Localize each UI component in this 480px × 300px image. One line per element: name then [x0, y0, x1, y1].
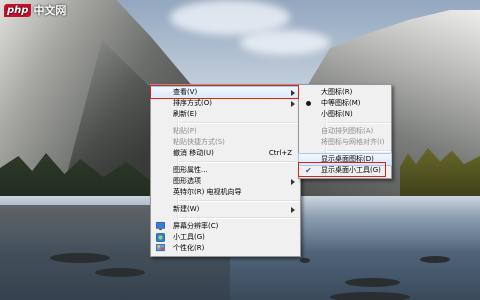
menu-item-sort-by[interactable]: 排序方式(O)	[151, 98, 300, 109]
menu-item-graphics-properties[interactable]: 图形属性...	[151, 165, 300, 176]
menu-item-label: 个性化(R)	[173, 244, 205, 252]
submenu-item-small-icons[interactable]: 小图标(N)	[299, 109, 391, 120]
menu-item-new[interactable]: 新建(W)	[151, 204, 300, 215]
menu-separator	[179, 217, 300, 219]
menu-item-graphics-options[interactable]: 图形选项	[151, 176, 300, 187]
menu-item-label: 粘贴快捷方式(S)	[173, 138, 225, 146]
menu-item-intel-tv-wizard[interactable]: 英特尔(R) 电视机向导	[151, 187, 300, 198]
menu-item-paste-shortcut[interactable]: 粘贴快捷方式(S)	[151, 137, 300, 148]
gadget-icon	[156, 233, 165, 242]
menu-separator	[179, 200, 300, 202]
menu-item-label: 粘贴(P)	[173, 127, 197, 135]
menu-item-label: 屏幕分辨率(C)	[173, 222, 219, 230]
wallpaper-rock	[95, 268, 145, 277]
submenu-item-auto-arrange[interactable]: 自动排列图标(A)	[299, 126, 391, 137]
menu-item-screen-resolution[interactable]: 屏幕分辨率(C)	[151, 221, 300, 232]
logo-site-name: 中文网	[33, 4, 67, 17]
personalize-icon	[156, 244, 165, 252]
menu-separator	[179, 161, 300, 163]
submenu-item-large-icons[interactable]: 大图标(R)	[299, 87, 391, 98]
wallpaper-rock	[420, 256, 450, 263]
menu-item-refresh[interactable]: 刷新(E)	[151, 109, 300, 120]
menu-item-label: 自动排列图标(A)	[321, 127, 374, 135]
monitor-icon	[156, 222, 165, 231]
menu-item-label: 中等图标(M)	[321, 99, 361, 107]
menu-item-gadgets[interactable]: 小工具(G)	[151, 232, 300, 243]
menu-item-label: 刷新(E)	[173, 110, 197, 118]
menu-item-label: 新建(W)	[173, 205, 200, 213]
menu-item-label: 小工具(G)	[173, 233, 205, 241]
wallpaper-cloud	[240, 30, 330, 55]
submenu-arrow-icon	[291, 101, 295, 107]
menu-item-label: 图形选项	[173, 177, 201, 185]
menu-item-label: 将图标与网格对齐(I)	[321, 138, 385, 146]
wallpaper-rock	[330, 292, 410, 300]
wallpaper-rock	[345, 278, 400, 287]
menu-item-shortcut: Ctrl+Z	[268, 149, 292, 157]
submenu-arrow-icon	[291, 179, 295, 185]
desktop-context-menu: 查看(V) 排序方式(O) 刷新(E) 粘贴(P) 粘贴快捷方式(S) 撤消 移…	[150, 84, 301, 257]
menu-item-personalize[interactable]: 个性化(R)	[151, 243, 300, 254]
site-logo: php 中文网	[4, 2, 66, 18]
radio-selected-icon	[306, 101, 311, 106]
menu-separator	[327, 122, 391, 124]
menu-separator	[327, 150, 391, 152]
annotation-box-view	[150, 85, 299, 99]
submenu-item-medium-icons[interactable]: 中等图标(M)	[299, 98, 391, 109]
menu-item-label: 大图标(R)	[321, 88, 353, 96]
logo-brand: php	[4, 3, 32, 17]
submenu-item-align-to-grid[interactable]: 将图标与网格对齐(I)	[299, 137, 391, 148]
menu-item-undo-move[interactable]: 撤消 移动(U) Ctrl+Z	[151, 148, 300, 159]
menu-item-label: 排序方式(O)	[173, 99, 212, 107]
menu-item-label: 图形属性...	[173, 166, 208, 174]
menu-separator	[179, 122, 300, 124]
submenu-arrow-icon	[291, 207, 295, 213]
wallpaper-rock	[50, 253, 110, 263]
menu-item-paste[interactable]: 粘贴(P)	[151, 126, 300, 137]
menu-item-label: 英特尔(R) 电视机向导	[173, 188, 242, 196]
wallpaper-rock	[300, 258, 310, 263]
menu-item-label: 小图标(N)	[321, 110, 353, 118]
annotation-box-show-desktop-icons	[298, 162, 386, 177]
menu-item-label: 撤消 移动(U)	[173, 149, 214, 157]
